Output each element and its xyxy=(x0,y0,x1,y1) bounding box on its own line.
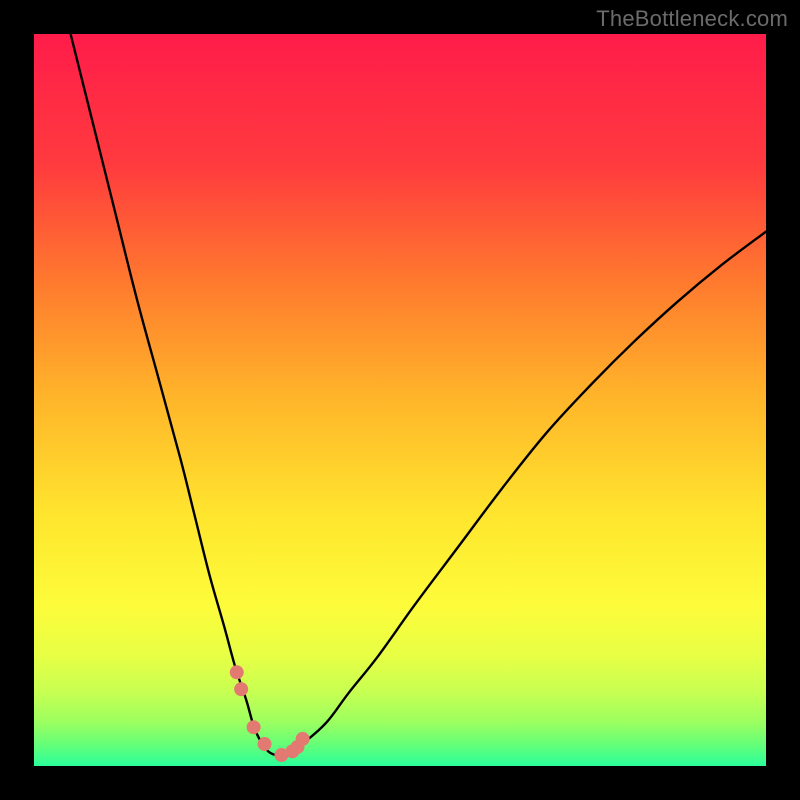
marker-point xyxy=(296,732,310,746)
chart-svg xyxy=(34,34,766,766)
marker-point xyxy=(258,737,272,751)
marker-point xyxy=(247,720,261,734)
chart-frame: TheBottleneck.com xyxy=(0,0,800,800)
gradient-background xyxy=(34,34,766,766)
plot-area xyxy=(34,34,766,766)
marker-point xyxy=(234,682,248,696)
watermark-text: TheBottleneck.com xyxy=(596,6,788,32)
marker-point xyxy=(230,665,244,679)
